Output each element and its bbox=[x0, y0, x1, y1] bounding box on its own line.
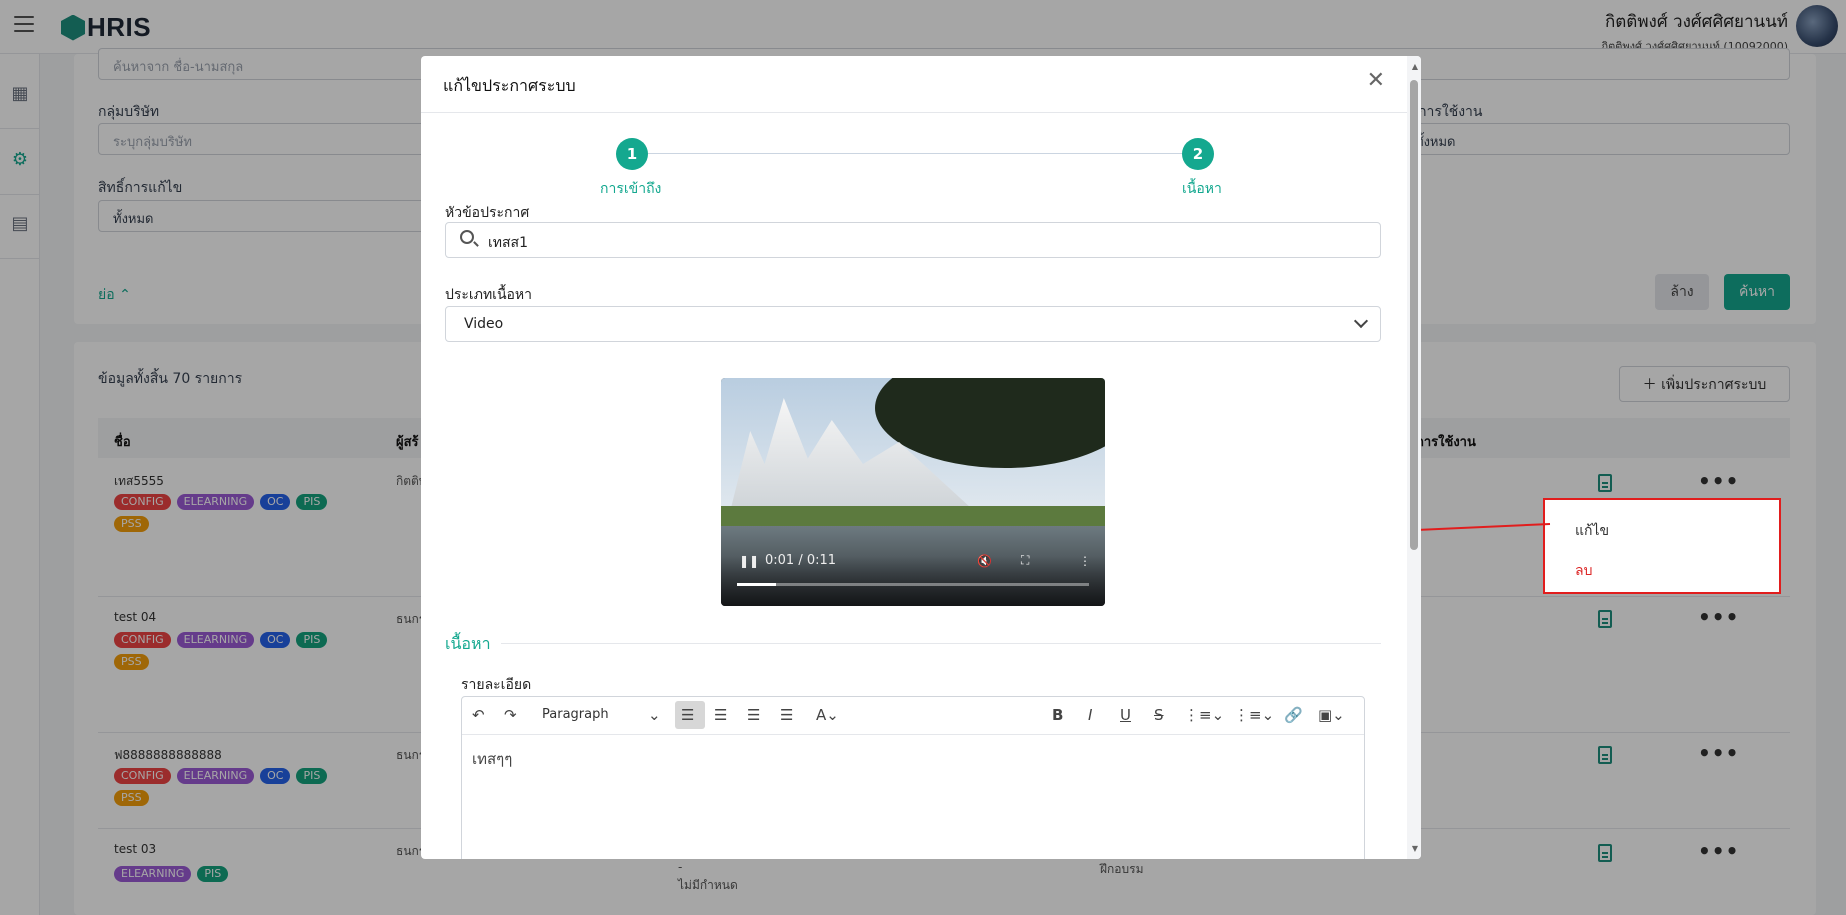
step-1-dot[interactable]: 1 bbox=[616, 138, 648, 170]
stepper-line bbox=[633, 153, 1199, 154]
image-icon[interactable]: ▣⌄ bbox=[1318, 706, 1345, 724]
search-icon bbox=[460, 230, 474, 244]
delete-menu-item[interactable]: ลบ bbox=[1575, 560, 1592, 582]
bold-icon[interactable]: B bbox=[1052, 706, 1063, 724]
type-value: Video bbox=[464, 316, 504, 332]
video-frame-grass bbox=[721, 506, 1105, 526]
font-color-icon[interactable]: A⌄ bbox=[816, 706, 839, 724]
bullet-list-icon[interactable]: ⋮≡⌄ bbox=[1184, 706, 1224, 724]
italic-icon[interactable]: I bbox=[1088, 706, 1092, 724]
align-center-icon[interactable]: ☰ bbox=[747, 706, 760, 724]
align-left-icon[interactable]: ☰ bbox=[681, 706, 694, 724]
topic-value: เทสส1 bbox=[488, 235, 529, 251]
step-2-dot[interactable]: 2 bbox=[1182, 138, 1214, 170]
fullscreen-icon[interactable]: ⛶ bbox=[1021, 553, 1029, 568]
type-select[interactable]: Video bbox=[445, 306, 1381, 342]
rich-text-editor[interactable]: ↶ ↷ Paragraph ⌄ ☰ ☰ ☰ ☰ A⌄ B I U S ⋮≡⌄ ⋮… bbox=[461, 696, 1365, 859]
step-1-label[interactable]: การเข้าถึง bbox=[600, 178, 661, 200]
section-divider bbox=[501, 643, 1381, 644]
topic-label: หัวข้อประกาศ bbox=[445, 205, 530, 221]
step-2-label[interactable]: เนื้อหา bbox=[1182, 178, 1222, 200]
video-progress-fill bbox=[737, 583, 776, 586]
edit-menu-item[interactable]: แก้ไข bbox=[1575, 520, 1609, 542]
detail-label: รายละเอียด bbox=[461, 677, 532, 693]
modal-scrollbar[interactable]: ▲ ▼ bbox=[1407, 56, 1421, 859]
scroll-down-icon[interactable]: ▼ bbox=[1412, 844, 1418, 853]
chevron-down-icon bbox=[1353, 313, 1369, 329]
video-player[interactable]: ❚❚ 0:01 / 0:11 🔇 ⛶ ⋮ bbox=[721, 378, 1105, 606]
edit-announcement-modal: แก้ไขประกาศระบบ ✕ 1 การเข้าถึง 2 เนื้อหา… bbox=[421, 56, 1421, 859]
video-time: 0:01 / 0:11 bbox=[765, 553, 837, 568]
more-vertical-icon[interactable]: ⋮ bbox=[1079, 554, 1091, 568]
video-progress-bar[interactable] bbox=[737, 583, 1089, 586]
pause-icon[interactable]: ❚❚ bbox=[739, 554, 759, 568]
editor-content[interactable]: เทสๆๆ bbox=[472, 747, 512, 771]
redo-icon[interactable]: ↷ bbox=[504, 706, 517, 724]
align-justify-icon[interactable]: ☰ bbox=[780, 706, 793, 724]
align-right-icon[interactable]: ☰ bbox=[714, 706, 727, 724]
scroll-thumb[interactable] bbox=[1410, 80, 1418, 550]
paragraph-select[interactable]: Paragraph bbox=[542, 707, 609, 722]
content-section-title: เนื้อหา bbox=[445, 634, 491, 653]
scroll-up-icon[interactable]: ▲ bbox=[1412, 62, 1418, 71]
modal-header: แก้ไขประกาศระบบ ✕ bbox=[421, 56, 1421, 113]
undo-icon[interactable]: ↶ bbox=[472, 706, 485, 724]
modal-title: แก้ไขประกาศระบบ bbox=[443, 76, 576, 95]
link-icon[interactable]: 🔗 bbox=[1284, 706, 1303, 724]
editor-toolbar: ↶ ↷ Paragraph ⌄ ☰ ☰ ☰ ☰ A⌄ B I U S ⋮≡⌄ ⋮… bbox=[462, 697, 1364, 735]
mute-icon[interactable]: 🔇 bbox=[977, 554, 992, 568]
underline-icon[interactable]: U bbox=[1120, 706, 1131, 724]
type-label: ประเภทเนื้อหา bbox=[445, 287, 533, 303]
close-icon[interactable]: ✕ bbox=[1367, 70, 1385, 92]
strikethrough-icon[interactable]: S bbox=[1154, 706, 1164, 724]
topic-input[interactable]: เทสส1 bbox=[445, 222, 1381, 258]
chevron-down-icon[interactable]: ⌄ bbox=[648, 706, 661, 724]
numbered-list-icon[interactable]: ⋮≡⌄ bbox=[1234, 706, 1274, 724]
